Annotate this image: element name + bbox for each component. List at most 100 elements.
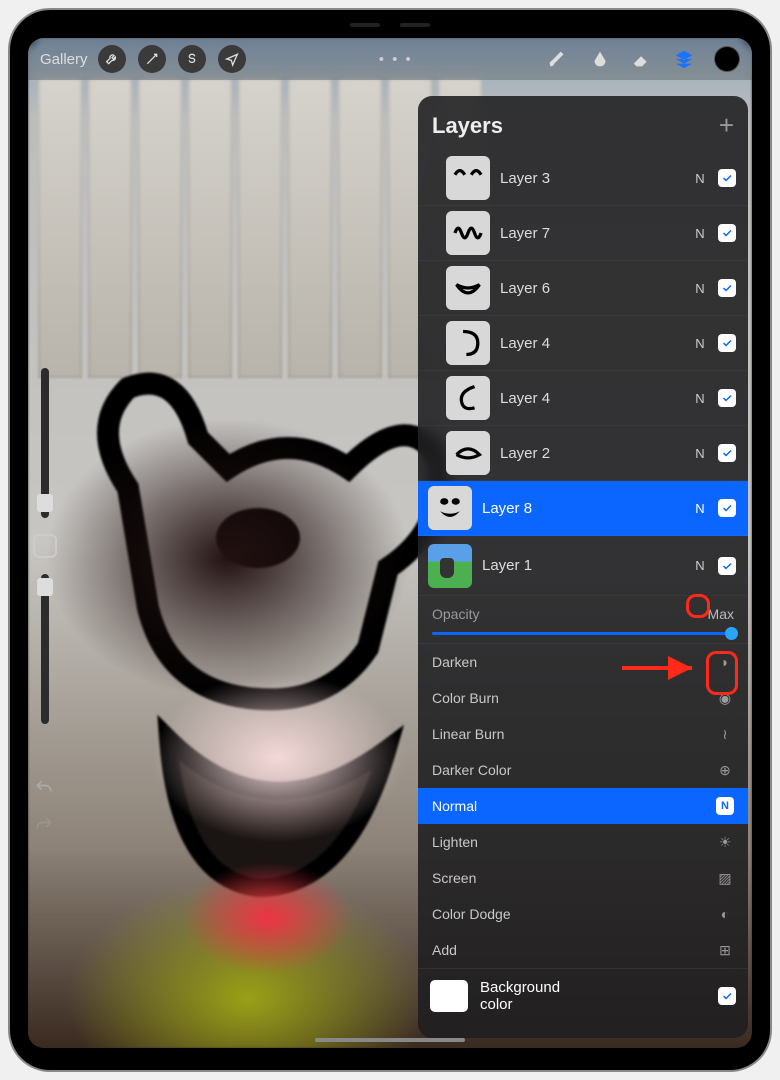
layer-name: Layer 4 xyxy=(500,390,682,407)
layer-list: Layer 3 N Layer 7 N Layer 6 N Layer 4 N Layer 4 N… xyxy=(418,151,748,596)
blend-mode-icon: ⊕ xyxy=(716,761,734,779)
undo-icon[interactable] xyxy=(34,778,58,803)
layer-thumbnail xyxy=(446,266,490,310)
layer-thumbnail xyxy=(446,156,490,200)
layer-row[interactable]: Layer 6 N xyxy=(418,261,748,316)
screen: Gallery • • • xyxy=(28,38,752,1048)
add-layer-button[interactable]: + xyxy=(719,110,734,141)
adjustments-wand-icon[interactable] xyxy=(138,45,166,73)
more-menu-icon[interactable]: • • • xyxy=(379,51,413,68)
layer-name: Layer 3 xyxy=(500,170,682,187)
layer-thumbnail xyxy=(428,544,472,588)
blend-mode-label: Darken xyxy=(432,654,477,670)
opacity-value: Max xyxy=(708,606,734,622)
panel-title: Layers xyxy=(432,113,503,139)
background-swatch xyxy=(430,980,468,1012)
opacity-slider[interactable] xyxy=(432,632,734,635)
layer-row[interactable]: Layer 4 N xyxy=(418,371,748,426)
layers-panel: Layers + Layer 3NLayer 7NLayer 6NLayer 4… xyxy=(418,96,748,1038)
brush-size-slider[interactable] xyxy=(41,368,49,518)
layer-blend-badge[interactable]: N xyxy=(692,226,708,241)
right-tool-group xyxy=(546,46,740,72)
layer-thumbnail xyxy=(446,376,490,420)
blend-mode-label: Screen xyxy=(432,870,476,886)
blend-mode-label: Linear Burn xyxy=(432,726,504,742)
background-label: Background color xyxy=(480,979,587,1013)
brush-opacity-slider[interactable] xyxy=(41,574,49,724)
blend-mode-label: Normal xyxy=(432,798,477,814)
blend-mode-icon: ⊞ xyxy=(716,941,734,959)
layer-visibility-checkbox[interactable] xyxy=(718,389,736,407)
layer-visibility-checkbox[interactable] xyxy=(718,279,736,297)
layer-visibility-checkbox[interactable] xyxy=(718,334,736,352)
blend-mode-icon: ☀ xyxy=(716,833,734,851)
layer-blend-badge[interactable]: N xyxy=(692,501,708,516)
layer-blend-badge[interactable]: N xyxy=(692,446,708,461)
blend-mode-icon: N xyxy=(716,797,734,815)
layer-thumbnail xyxy=(446,321,490,365)
blend-mode-item[interactable]: Add⊞ xyxy=(418,932,748,968)
actions-wrench-icon[interactable] xyxy=(98,45,126,73)
ipad-frame: Gallery • • • xyxy=(10,10,770,1070)
background-color-row[interactable]: Background color xyxy=(418,968,748,1023)
transform-arrow-icon[interactable] xyxy=(218,45,246,73)
layer-name: Layer 4 xyxy=(500,335,682,352)
gallery-button[interactable]: Gallery xyxy=(40,51,88,68)
redo-icon[interactable] xyxy=(34,815,58,840)
layer-visibility-checkbox[interactable] xyxy=(718,444,736,462)
background-visibility-checkbox[interactable] xyxy=(718,987,736,1005)
layer-visibility-checkbox[interactable] xyxy=(718,557,736,575)
blend-mode-label: Darker Color xyxy=(432,762,511,778)
smudge-icon[interactable] xyxy=(588,47,612,71)
layer-blend-badge[interactable]: N xyxy=(692,336,708,351)
layer-thumbnail xyxy=(428,486,472,530)
layers-icon[interactable] xyxy=(672,47,696,71)
layer-visibility-checkbox[interactable] xyxy=(718,224,736,242)
blend-mode-item[interactable]: Screen ▨ xyxy=(418,860,748,896)
blend-mode-label: Color Burn xyxy=(432,690,499,706)
layer-name: Layer 1 xyxy=(482,557,682,574)
opacity-slider-thumb[interactable] xyxy=(725,627,738,640)
blend-mode-icon: ▨ xyxy=(716,869,734,887)
brush-icon[interactable] xyxy=(546,47,570,71)
layer-row[interactable]: Layer 4 N xyxy=(418,316,748,371)
eraser-icon[interactable] xyxy=(630,47,654,71)
color-picker-swatch[interactable] xyxy=(714,46,740,72)
opacity-label: Opacity xyxy=(432,606,479,622)
layer-row[interactable]: Layer 8 N xyxy=(418,481,748,536)
blend-mode-item[interactable]: Color Burn ◉ xyxy=(418,680,748,716)
layer-thumbnail xyxy=(446,431,490,475)
blend-mode-label: Color Dodge xyxy=(432,906,511,922)
layer-row[interactable]: Layer 7 N xyxy=(418,206,748,261)
layer-name: Layer 8 xyxy=(482,500,682,517)
layer-blend-badge[interactable]: N xyxy=(692,281,708,296)
modify-button[interactable] xyxy=(33,534,57,558)
blend-mode-item[interactable]: Lighten ☀ xyxy=(418,824,748,860)
layer-row[interactable]: Layer 3 N xyxy=(418,151,748,206)
sidebar-sliders xyxy=(32,368,58,788)
dog-outline xyxy=(88,368,448,988)
layer-visibility-checkbox[interactable] xyxy=(718,169,736,187)
selection-s-icon[interactable] xyxy=(178,45,206,73)
blend-mode-item[interactable]: Normal N xyxy=(418,788,748,824)
layer-visibility-checkbox[interactable] xyxy=(718,499,736,517)
blend-mode-icon: ◉ xyxy=(716,689,734,707)
layer-blend-badge[interactable]: N xyxy=(692,391,708,406)
layer-name: Layer 6 xyxy=(500,280,682,297)
blend-mode-item[interactable]: Darken◗ xyxy=(418,644,748,680)
layer-row[interactable]: Layer 2 N xyxy=(418,426,748,481)
opacity-row: Opacity Max xyxy=(418,596,748,644)
blend-mode-list: Darken◗Color Burn◉Linear Burn≀Darker Col… xyxy=(418,644,748,968)
blend-mode-label: Lighten xyxy=(432,834,478,850)
layer-blend-badge[interactable]: N xyxy=(692,171,708,186)
layer-name: Layer 2 xyxy=(500,445,682,462)
blend-mode-item[interactable]: Linear Burn≀ xyxy=(418,716,748,752)
home-indicator xyxy=(315,1038,465,1042)
blend-mode-item[interactable]: Color Dodge ◐ xyxy=(418,896,748,932)
blend-mode-item[interactable]: Darker Color ⊕ xyxy=(418,752,748,788)
layer-name: Layer 7 xyxy=(500,225,682,242)
blend-mode-icon: ◐ xyxy=(716,905,734,923)
layer-blend-badge[interactable]: N xyxy=(692,558,708,573)
layer-row[interactable]: Layer 1 N xyxy=(418,536,748,596)
undo-redo-group xyxy=(34,778,58,840)
